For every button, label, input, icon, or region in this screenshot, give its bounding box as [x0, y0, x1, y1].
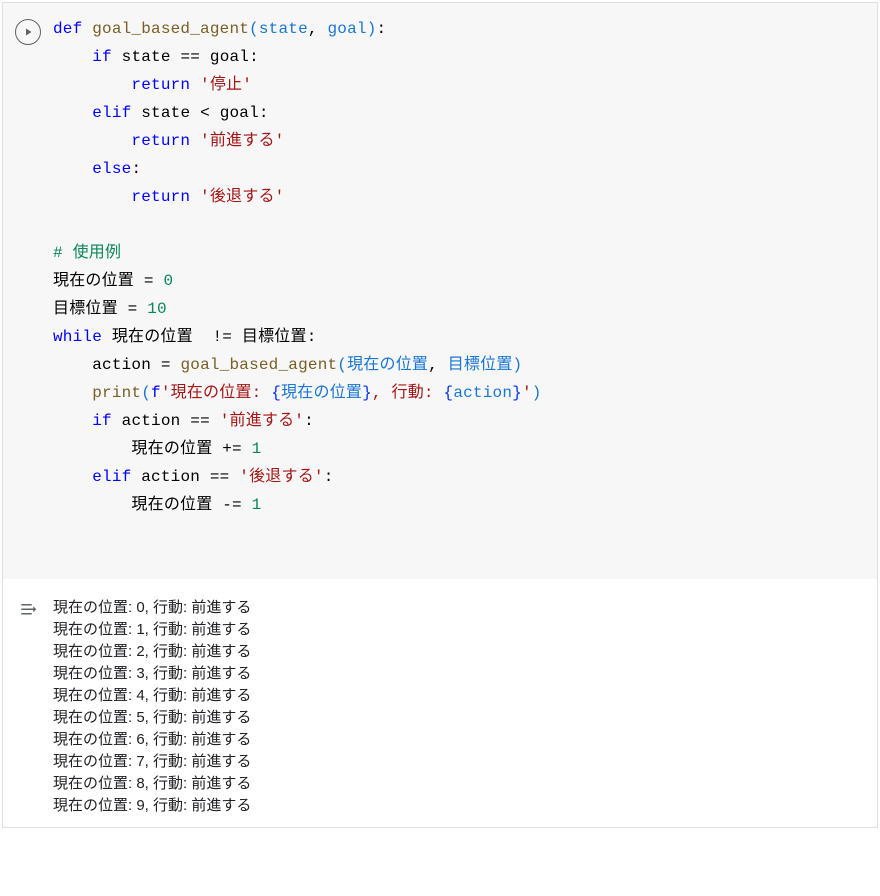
comment: # 使用例	[53, 244, 121, 262]
keyword-if: if	[92, 412, 112, 430]
keyword-if: if	[92, 48, 112, 66]
function-name: goal_based_agent	[92, 20, 249, 38]
call-name: goal_based_agent	[180, 356, 337, 374]
output-line: 現在の位置: 7, 行動: 前進する	[53, 753, 251, 770]
string-literal: '後退する'	[200, 188, 284, 206]
string-literal: '後退する'	[239, 468, 323, 486]
keyword-elif: elif	[92, 104, 131, 122]
output-icon[interactable]	[17, 599, 39, 621]
param: state	[259, 20, 308, 38]
output-line: 現在の位置: 2, 行動: 前進する	[53, 643, 251, 660]
output-line: 現在の位置: 1, 行動: 前進する	[53, 621, 251, 638]
keyword-def: def	[53, 20, 82, 38]
play-icon	[22, 26, 34, 38]
output-line: 現在の位置: 0, 行動: 前進する	[53, 599, 251, 616]
output-line: 現在の位置: 4, 行動: 前進する	[53, 687, 251, 704]
number-literal: 10	[147, 300, 167, 318]
param: goal	[327, 20, 366, 38]
output-line: 現在の位置: 3, 行動: 前進する	[53, 665, 251, 682]
output-gutter	[3, 597, 53, 817]
output-line: 現在の位置: 6, 行動: 前進する	[53, 731, 251, 748]
keyword-return: return	[131, 76, 190, 94]
number-literal: 0	[163, 272, 173, 290]
keyword-else: else	[92, 160, 131, 178]
code-input-area: def goal_based_agent(state, goal): if st…	[3, 3, 877, 579]
run-button[interactable]	[15, 19, 41, 45]
string-literal: '前進する'	[220, 412, 304, 430]
string-literal: '停止'	[200, 76, 252, 94]
stdout-output: 現在の位置: 0, 行動: 前進する 現在の位置: 1, 行動: 前進する 現在…	[53, 597, 877, 817]
notebook-cell: def goal_based_agent(state, goal): if st…	[2, 2, 878, 828]
keyword-elif: elif	[92, 468, 131, 486]
cell-output-area: 現在の位置: 0, 行動: 前進する 現在の位置: 1, 行動: 前進する 現在…	[3, 579, 877, 827]
code-editor[interactable]: def goal_based_agent(state, goal): if st…	[53, 15, 877, 519]
keyword-return: return	[131, 188, 190, 206]
builtin-print: print	[92, 384, 141, 402]
cell-gutter	[3, 15, 53, 519]
number-literal: 1	[252, 440, 262, 458]
number-literal: 1	[252, 496, 262, 514]
output-line: 現在の位置: 9, 行動: 前進する	[53, 797, 251, 814]
output-line: 現在の位置: 8, 行動: 前進する	[53, 775, 251, 792]
output-line: 現在の位置: 5, 行動: 前進する	[53, 709, 251, 726]
keyword-return: return	[131, 132, 190, 150]
string-literal: '前進する'	[200, 132, 284, 150]
keyword-while: while	[53, 328, 102, 346]
